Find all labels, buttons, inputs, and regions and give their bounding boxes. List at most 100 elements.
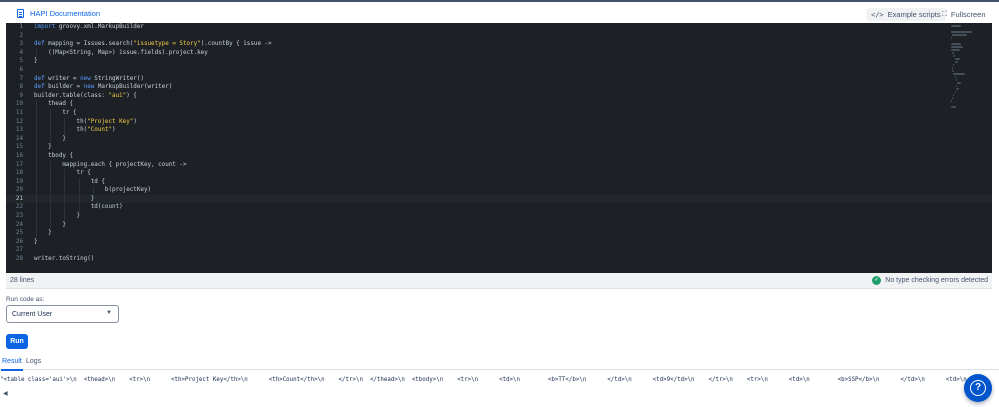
code-line[interactable]: 22 td(count) xyxy=(6,203,992,213)
code-line[interactable]: 27 xyxy=(6,246,992,255)
code-line[interactable]: 9 builder.table(class: "aui") { xyxy=(6,92,992,101)
chevron-down-icon: ▼ xyxy=(106,310,112,316)
line-number: 26 xyxy=(15,238,23,245)
fullscreen-button[interactable]: ⛶ Fullscreen xyxy=(937,8,991,21)
code-line[interactable]: 5} xyxy=(6,57,992,66)
code-line[interactable]: 28 writer.toString() xyxy=(6,255,992,264)
document-icon xyxy=(17,9,24,18)
result-tabs: Result Logs xyxy=(0,356,999,371)
minimap-line xyxy=(952,70,955,72)
code-line[interactable]: 2 xyxy=(6,32,992,41)
code-line[interactable]: 17 mapping.each { projectKey, count -> xyxy=(6,160,992,170)
minimap-line xyxy=(954,58,961,60)
line-number: 18 xyxy=(15,170,23,177)
tab-result[interactable]: Result xyxy=(1,358,23,371)
code-text: tr { xyxy=(34,170,91,177)
code-line[interactable]: 11 tr { xyxy=(6,108,992,118)
code-text: mapping.each { projectKey, count -> xyxy=(34,161,187,168)
line-number: 10 xyxy=(15,101,23,108)
line-number: 3 xyxy=(19,41,23,48)
example-scripts-label: Example scripts xyxy=(887,10,941,19)
code-line[interactable]: 23 } xyxy=(6,212,992,221)
line-number: 1 xyxy=(19,24,23,30)
code-text: th("Count") xyxy=(34,127,116,134)
scroll-left-icon[interactable]: ◀ xyxy=(3,390,8,397)
minimap-line xyxy=(951,46,964,48)
line-number: 25 xyxy=(15,230,23,237)
horizontal-scrollbar[interactable]: ◀ xyxy=(0,390,999,400)
code-line[interactable]: 24 } xyxy=(6,220,992,230)
code-line[interactable]: 8 def builder = new MarkupBuilder(writer) xyxy=(6,83,992,92)
code-text: td { xyxy=(34,178,105,185)
code-text: } xyxy=(34,144,52,151)
result-output: "<table class='aui'>\n <thead>\n <tr>\n … xyxy=(0,377,967,383)
minimap-line xyxy=(951,49,961,51)
code-line[interactable]: 10 thead { xyxy=(6,100,992,109)
code-text: def mapping = Issues.search("issuetype =… xyxy=(34,41,272,48)
code-text: } xyxy=(34,221,66,228)
minimap-line xyxy=(951,25,961,27)
line-number: 15 xyxy=(15,144,23,151)
code-line[interactable]: 13 th("Count") xyxy=(6,126,992,135)
line-number: 28 xyxy=(15,256,23,263)
minimap-line xyxy=(952,34,967,36)
tab-logs[interactable]: Logs xyxy=(26,358,41,365)
code-line[interactable]: 20 b(projectKey) xyxy=(6,186,992,195)
code-text: def writer = new StringWriter() xyxy=(34,75,144,82)
run-as-value: Current User xyxy=(12,311,53,318)
minimap-line xyxy=(954,61,959,63)
code-text: tbody { xyxy=(34,152,74,159)
code-line[interactable]: 15 } xyxy=(6,143,992,152)
code-line[interactable]: 4 ((Map<String, Map>) issue.fields).proj… xyxy=(6,48,992,58)
minimap-line xyxy=(955,79,958,81)
code-line[interactable]: 19 td { xyxy=(6,177,992,187)
run-button[interactable]: Run xyxy=(6,334,28,349)
line-number: 12 xyxy=(15,118,23,125)
fullscreen-label: Fullscreen xyxy=(950,10,986,19)
top-border xyxy=(0,0,999,2)
line-number: 24 xyxy=(15,221,23,228)
fullscreen-icon: ⛶ xyxy=(942,10,947,18)
code-editor[interactable]: 1 import groovy.xml.MarkupBuilder 2 3 def ma… xyxy=(6,23,992,273)
help-button[interactable]: ? xyxy=(964,374,992,402)
line-number: 13 xyxy=(15,127,23,134)
code-line[interactable]: 6 xyxy=(6,66,992,75)
type-check-status: ✓ No type checking errors detected xyxy=(872,276,988,285)
code-line[interactable]: 1 import groovy.xml.MarkupBuilder xyxy=(6,23,992,32)
minimap-line xyxy=(954,76,956,78)
editor-minimap[interactable] xyxy=(951,25,973,109)
run-as-select[interactable]: Current User ▼ xyxy=(6,305,119,323)
code-line[interactable]: 7 def writer = new StringWriter() xyxy=(6,75,992,84)
minimap-line xyxy=(953,55,955,57)
line-number: 9 xyxy=(19,92,23,99)
help-icon: ? xyxy=(970,380,986,396)
code-icon: </> xyxy=(871,10,884,19)
code-text: } xyxy=(34,135,66,142)
code-line[interactable]: 12 th("Project Key") xyxy=(6,117,992,127)
code-text: } xyxy=(34,58,38,65)
doc-link-label: HAPI Documentation xyxy=(30,9,101,18)
line-number: 11 xyxy=(15,109,23,116)
line-number: 20 xyxy=(15,187,23,194)
line-number: 23 xyxy=(15,213,23,220)
code-line[interactable]: 14 } xyxy=(6,134,992,144)
code-line[interactable]: 16 tbody { xyxy=(6,151,992,161)
code-line[interactable]: 25 } xyxy=(6,229,992,238)
code-line[interactable]: 21 } xyxy=(6,194,992,204)
example-scripts-button[interactable]: </> Example scripts xyxy=(866,8,946,21)
minimap-line xyxy=(952,52,955,54)
check-circle-icon: ✓ xyxy=(872,276,882,285)
code-text: builder.table(class: "aui") { xyxy=(34,92,137,99)
code-text: } xyxy=(34,230,52,237)
code-line[interactable]: 3 def mapping = Issues.search("issuetype … xyxy=(6,40,992,49)
line-number: 4 xyxy=(19,49,23,56)
hapi-documentation-link[interactable]: HAPI Documentation xyxy=(17,9,100,18)
code-line[interactable]: 26} xyxy=(6,238,992,247)
code-text: } xyxy=(34,238,38,245)
code-text: tr { xyxy=(34,109,77,116)
code-line[interactable]: 18 tr { xyxy=(6,169,992,178)
code-text: th("Project Key") xyxy=(34,118,137,125)
code-text: def builder = new MarkupBuilder(writer) xyxy=(34,84,173,91)
minimap-line xyxy=(951,106,957,108)
type-check-label: No type checking errors detected xyxy=(885,277,988,284)
